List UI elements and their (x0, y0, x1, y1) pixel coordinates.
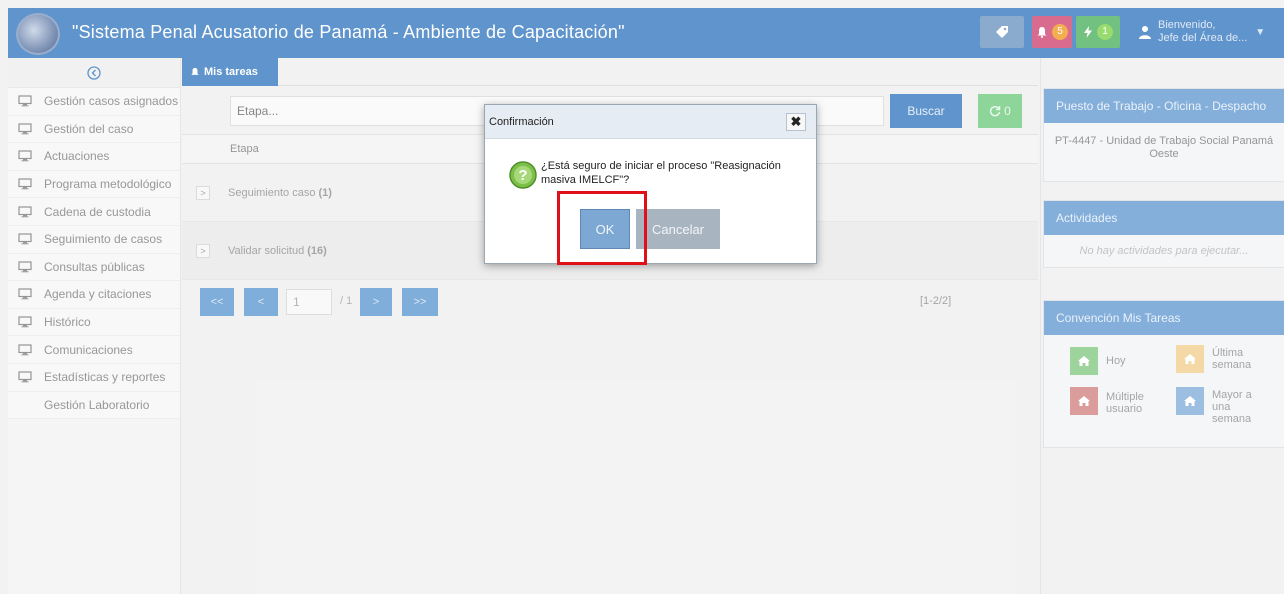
ok-button-highlight (557, 191, 647, 265)
svg-text:?: ? (518, 167, 527, 184)
close-button[interactable]: ✖ (786, 113, 806, 131)
close-icon: ✖ (790, 114, 802, 129)
question-icon: ? (509, 161, 537, 189)
dialog-title: Confirmación (489, 115, 554, 128)
app-window: "Sistema Penal Acusatorio de Panamá - Am… (0, 0, 1284, 594)
confirmation-dialog: Confirmación ✖ ? ¿Está seguro de iniciar… (484, 104, 817, 264)
dialog-body: ? ¿Está seguro de iniciar el proceso "Re… (485, 139, 816, 265)
cancel-button[interactable]: Cancelar (636, 209, 720, 249)
modal-overlay (0, 0, 1284, 594)
dialog-message: ¿Está seguro de iniciar el proceso "Reas… (541, 160, 781, 186)
dialog-header: Confirmación ✖ (485, 105, 816, 139)
